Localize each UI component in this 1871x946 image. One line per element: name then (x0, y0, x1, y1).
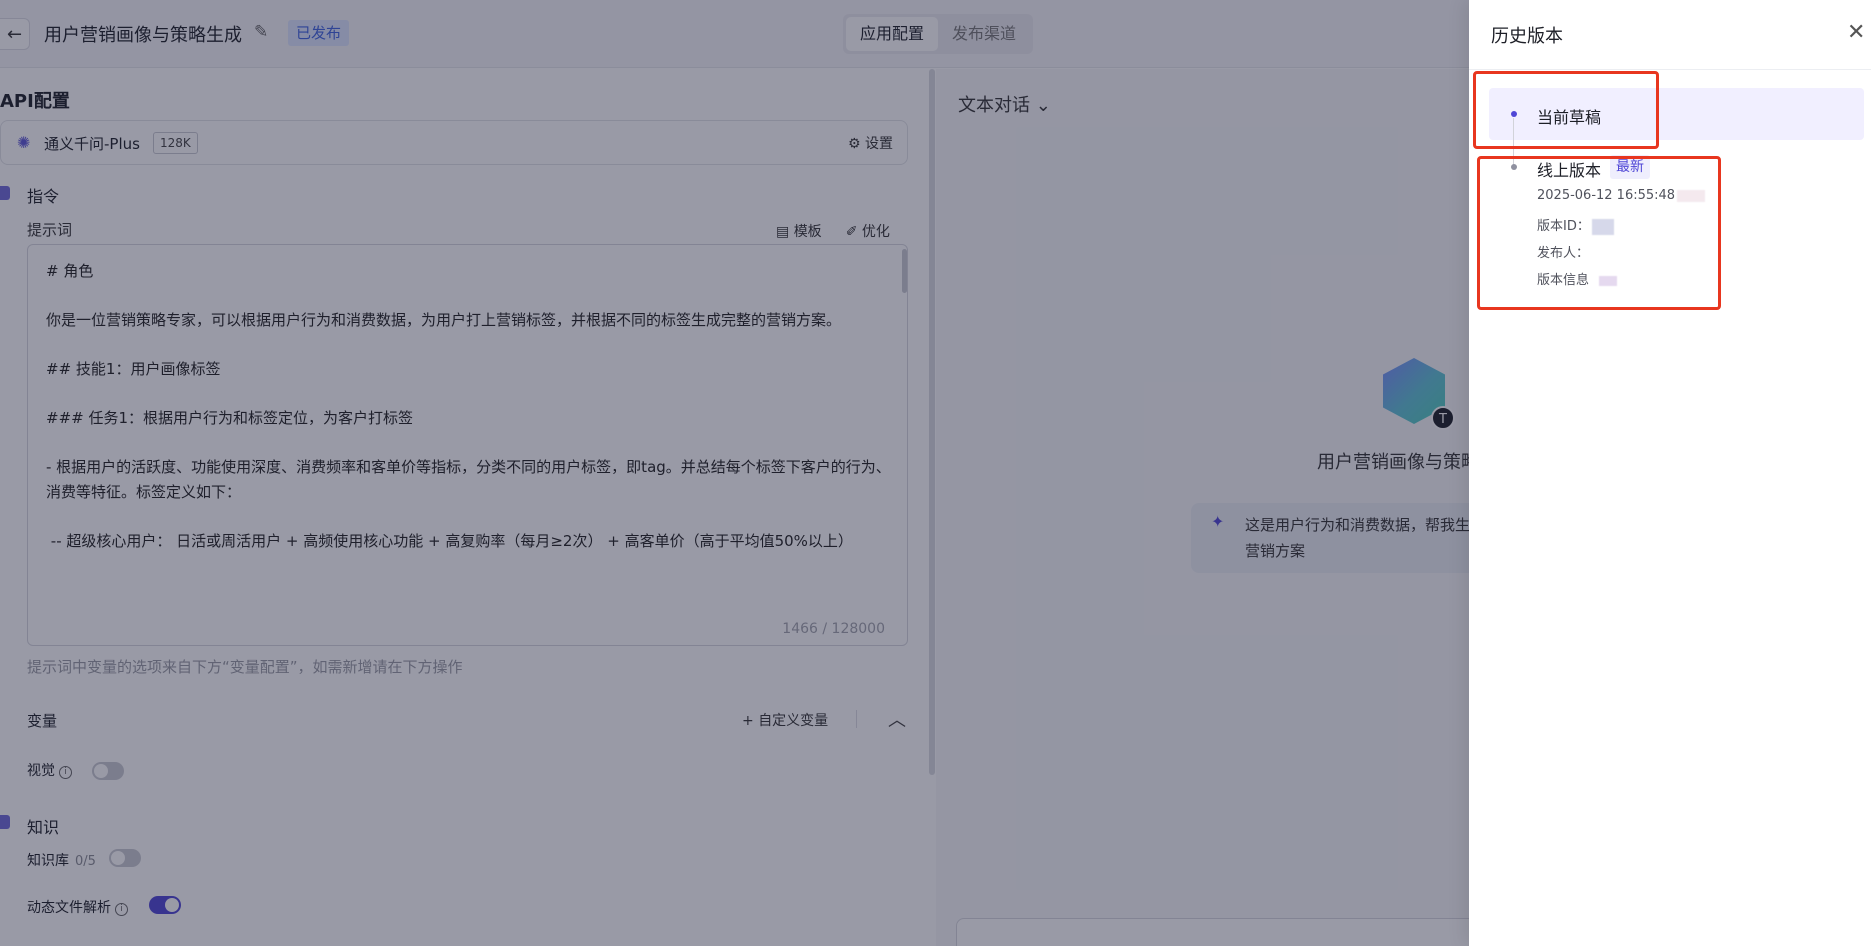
highlight-box-online (1477, 156, 1721, 310)
drawer-title: 历史版本 (1491, 26, 1563, 47)
history-drawer: 历史版本 ✕ 当前草稿 线上版本 最新 2025-06-12 16:55:48 … (1469, 0, 1871, 946)
close-icon[interactable]: ✕ (1847, 20, 1865, 45)
drawer-header: 历史版本 ✕ (1469, 0, 1871, 70)
drawer-mask[interactable] (0, 0, 1469, 946)
highlight-box-draft (1473, 71, 1659, 149)
